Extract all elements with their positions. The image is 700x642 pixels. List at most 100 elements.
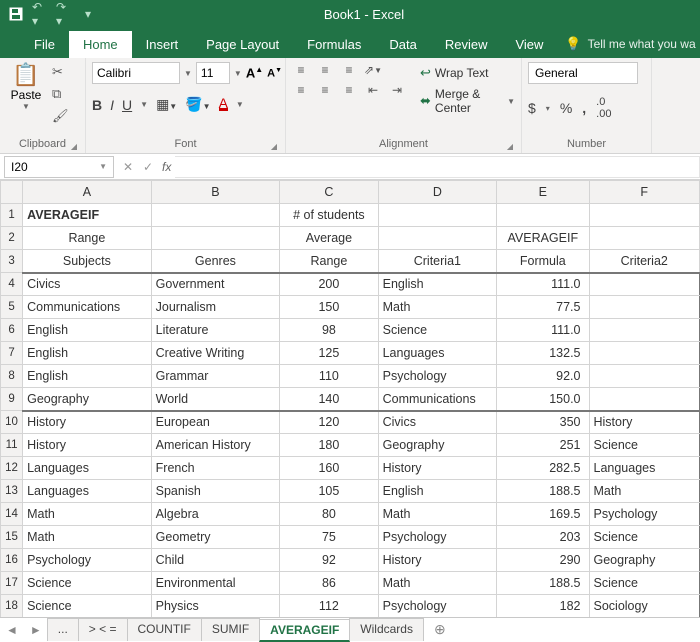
tell-me-input[interactable]: 💡Tell me what you wa (565, 36, 695, 58)
cell[interactable] (589, 365, 700, 388)
align-top-icon[interactable]: ≡ (292, 62, 310, 78)
cell[interactable]: Geography (378, 434, 497, 457)
row-header[interactable]: 10 (1, 411, 23, 434)
row-header[interactable]: 8 (1, 365, 23, 388)
row-header[interactable]: 17 (1, 572, 23, 595)
column-header[interactable]: D (378, 181, 497, 204)
cell[interactable]: 132.5 (497, 342, 589, 365)
cell[interactable]: 251 (497, 434, 589, 457)
cell[interactable]: Grammar (151, 365, 280, 388)
cell[interactable]: Physics (151, 595, 280, 618)
cell[interactable]: Geography (589, 549, 700, 572)
cell[interactable]: Algebra (151, 503, 280, 526)
decrease-indent-icon[interactable]: ⇤ (364, 82, 382, 98)
cell[interactable]: Science (378, 319, 497, 342)
cell[interactable]: History (23, 411, 152, 434)
cell[interactable]: Child (151, 549, 280, 572)
cell[interactable]: Range (23, 227, 152, 250)
cell[interactable] (378, 204, 497, 227)
cell[interactable]: 188.5 (497, 572, 589, 595)
cell[interactable]: Formula (497, 250, 589, 273)
orientation-icon[interactable]: ⇗▼ (364, 62, 382, 78)
cell[interactable] (151, 227, 280, 250)
cell[interactable]: Creative Writing (151, 342, 280, 365)
row-header[interactable]: 2 (1, 227, 23, 250)
cell[interactable]: Literature (151, 319, 280, 342)
cell[interactable]: World (151, 388, 280, 411)
qat-customize-icon[interactable]: ▾ (80, 6, 96, 22)
cell[interactable]: 77.5 (497, 296, 589, 319)
italic-button[interactable]: I (110, 97, 114, 113)
row-header[interactable]: 5 (1, 296, 23, 319)
sheet-nav-next-icon[interactable]: ► (24, 623, 48, 637)
cell[interactable]: Science (589, 526, 700, 549)
cell[interactable] (589, 342, 700, 365)
cell[interactable]: 180 (280, 434, 378, 457)
worksheet-grid[interactable]: ABCDEF1AVERAGEIF# of students2RangeAvera… (0, 180, 700, 617)
cell[interactable] (589, 273, 700, 296)
cell[interactable]: Civics (378, 411, 497, 434)
wrap-text-button[interactable]: ↩Wrap Text (420, 62, 515, 84)
cell[interactable]: 86 (280, 572, 378, 595)
copy-icon[interactable]: ⧉ (52, 86, 69, 102)
cell[interactable]: Criteria1 (378, 250, 497, 273)
sheet-tab[interactable]: COUNTIF (127, 618, 202, 641)
cell[interactable]: Geography (23, 388, 152, 411)
cell[interactable]: 92 (280, 549, 378, 572)
redo-icon[interactable]: ↷ ▾ (56, 6, 72, 22)
cell[interactable]: Languages (378, 342, 497, 365)
cell[interactable]: 150.0 (497, 388, 589, 411)
cell[interactable]: English (23, 319, 152, 342)
cell[interactable]: 169.5 (497, 503, 589, 526)
cell[interactable]: Science (589, 434, 700, 457)
cell[interactable]: Math (23, 526, 152, 549)
cell[interactable]: 188.5 (497, 480, 589, 503)
cell[interactable]: History (23, 434, 152, 457)
cell[interactable]: Math (589, 480, 700, 503)
column-header[interactable]: B (151, 181, 280, 204)
cell[interactable]: Math (378, 296, 497, 319)
tab-insert[interactable]: Insert (132, 31, 193, 58)
grow-font-icon[interactable]: A▲ (246, 65, 263, 80)
cell[interactable]: Average (280, 227, 378, 250)
cell[interactable]: Environmental (151, 572, 280, 595)
column-header[interactable]: F (589, 181, 700, 204)
row-header[interactable]: 9 (1, 388, 23, 411)
cell[interactable]: English (378, 273, 497, 296)
cell[interactable]: AVERAGEIF (23, 204, 152, 227)
row-header[interactable]: 13 (1, 480, 23, 503)
cell[interactable]: Math (378, 572, 497, 595)
row-header[interactable]: 14 (1, 503, 23, 526)
cell[interactable]: 80 (280, 503, 378, 526)
fx-icon[interactable]: fx (158, 160, 175, 174)
cell[interactable]: Psychology (589, 503, 700, 526)
align-bottom-icon[interactable]: ≡ (340, 62, 358, 78)
cell[interactable] (589, 388, 700, 411)
undo-icon[interactable]: ↶ ▾ (32, 6, 48, 22)
tab-file[interactable]: File (20, 31, 69, 58)
row-header[interactable]: 16 (1, 549, 23, 572)
column-header[interactable]: C (280, 181, 378, 204)
cell[interactable]: 160 (280, 457, 378, 480)
tab-data[interactable]: Data (375, 31, 430, 58)
cell[interactable]: Languages (589, 457, 700, 480)
tab-home[interactable]: Home (69, 31, 132, 58)
increase-indent-icon[interactable]: ⇥ (388, 82, 406, 98)
cell[interactable]: # of students (280, 204, 378, 227)
cell[interactable]: Languages (23, 480, 152, 503)
dialog-launcher-icon[interactable]: ◢ (71, 142, 77, 151)
cell[interactable]: 182 (497, 595, 589, 618)
cell[interactable]: Math (378, 503, 497, 526)
cell[interactable]: 150 (280, 296, 378, 319)
tab-review[interactable]: Review (431, 31, 502, 58)
sheet-tab[interactable]: AVERAGEIF (259, 619, 350, 642)
tab-view[interactable]: View (501, 31, 557, 58)
font-color-icon[interactable]: A (219, 98, 228, 111)
cell[interactable]: 92.0 (497, 365, 589, 388)
row-header[interactable]: 4 (1, 273, 23, 296)
dialog-launcher-icon[interactable]: ◢ (271, 142, 277, 151)
row-header[interactable]: 18 (1, 595, 23, 618)
cell[interactable] (589, 296, 700, 319)
cell[interactable]: English (378, 480, 497, 503)
cell[interactable]: 200 (280, 273, 378, 296)
